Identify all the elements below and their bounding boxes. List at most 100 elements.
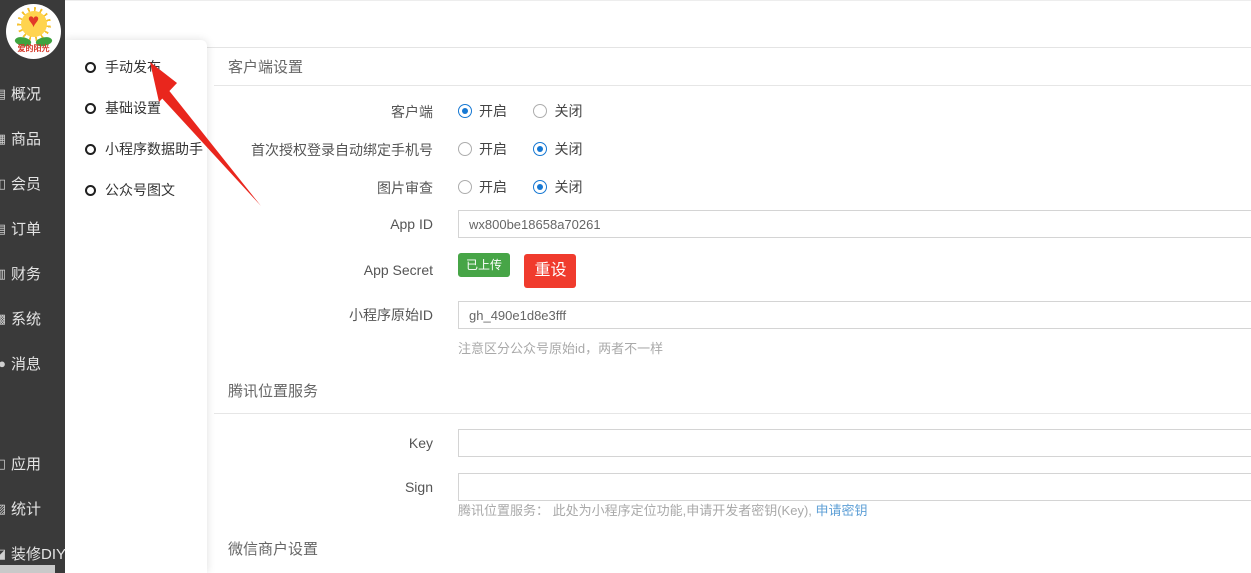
submenu-item-label: 公众号图文 [105,182,175,198]
original-id-input[interactable] [458,301,1251,329]
radio-image-review-on[interactable]: 开启 [458,177,507,197]
system-icon: ▩ [0,311,6,327]
radio-button-icon [533,104,547,118]
sidebar-item-label: 财务 [11,266,41,283]
submenu-item-label: 手动发布 [105,59,161,75]
apps-icon: ◧ [0,456,6,472]
radio-auto-bind-off[interactable]: 关闭 [533,139,582,159]
logo-text: 爱的阳光 [6,43,61,54]
page: ♥ 爱的阳光 ▤ 概况 ▦ 商品 ◫ 会员 ▤ 订单 ▥ 财务 ▩ 系统 ●消息 ◧ 应用 ▨… [0,0,1251,573]
form-row-original-id: 小程序原始ID [212,301,1251,329]
sidebar-item-orders[interactable]: ▤ 订单 [0,218,65,242]
radio-label: 开启 [479,103,507,119]
goods-icon: ▦ [0,131,6,147]
radio-label: 开启 [479,141,507,157]
field-label: 首次授权登录自动绑定手机号 [212,139,433,161]
radio-label: 关闭 [554,179,582,195]
sidebar-item-label: 会员 [11,176,41,193]
section-title-wechat-merchant: 微信商户设置 [228,538,318,559]
sidebar-item-messages[interactable]: ●消息 [0,353,65,377]
field-label: Key [212,429,433,457]
logo-heart-icon: ♥ [6,12,61,31]
form-row-auto-bind-phone: 首次授权登录自动绑定手机号 开启 关闭 [212,139,1251,161]
section-title-client-settings: 客户端设置 [228,56,303,77]
radio-button-icon [458,180,472,194]
field-label: 图片审查 [212,177,433,199]
submenu-item-mini-program-data-assistant[interactable]: 小程序数据助手 [85,138,203,160]
sidebar-item-goods[interactable]: ▦ 商品 [0,128,65,152]
section-divider [214,413,1251,414]
settings-submenu-panel: 手动发布 基础设置 小程序数据助手 公众号图文 [65,40,207,573]
sidebar-item-label: 统计 [11,501,41,518]
submenu-item-official-account-articles[interactable]: 公众号图文 [85,179,175,201]
sidebar-item-label: 订单 [11,221,41,238]
sidebar-item-statistics[interactable]: ▨ 统计 [0,498,65,522]
settings-form: 客户端设置 客户端 开启 关闭 首次授权登录自动绑定手机号 开启 关闭 图片审查… [212,48,1251,573]
orders-icon: ▤ [0,221,6,237]
section-divider [214,85,1251,86]
sidebar-bottom-strip [0,565,55,573]
apply-key-link[interactable]: 申请密钥 [816,503,868,518]
sidebar-item-decorate-diy[interactable]: ◪ 装修DIY [0,543,65,567]
sidebar-item-overview[interactable]: ▤ 概况 [0,83,65,107]
submenu-item-label: 小程序数据助手 [105,141,203,157]
original-id-help-text: 注意区分公众号原始id，两者不一样 [458,338,1251,357]
sidebar-item-label: 概况 [11,86,41,103]
radio-label: 关闭 [554,103,582,119]
app-id-input[interactable] [458,210,1251,238]
finance-icon: ▥ [0,266,6,282]
statistics-icon: ▨ [0,501,6,517]
form-row-app-secret: App Secret 已上传 重设 [212,253,1251,287]
form-row-original-id-help: 注意区分公众号原始id，两者不一样 [212,338,1251,356]
radio-button-icon [533,142,547,156]
radio-circle-icon [85,103,96,114]
form-row-sign: Sign [212,473,1251,501]
tencent-help-text: 腾讯位置服务： 此处为小程序定位功能,申请开发者密钥(Key), [458,503,816,518]
tencent-sign-input[interactable] [458,473,1251,501]
field-label: 客户端 [212,101,433,123]
radio-auto-bind-on[interactable]: 开启 [458,139,507,159]
form-row-key: Key [212,429,1251,457]
form-row-image-review: 图片审查 开启 关闭 [212,177,1251,199]
submenu-item-basic-settings[interactable]: 基础设置 [85,97,161,119]
tencent-key-input[interactable] [458,429,1251,457]
radio-button-icon [458,104,472,118]
uploaded-button[interactable]: 已上传 [458,253,510,277]
field-label: App Secret [212,253,433,287]
field-label: Sign [212,473,433,501]
sidebar-item-apps[interactable]: ◧ 应用 [0,453,65,477]
sidebar-item-members[interactable]: ◫ 会员 [0,173,65,197]
radio-button-icon [533,180,547,194]
radio-circle-icon [85,185,96,196]
diy-icon: ◪ [0,546,6,562]
radio-label: 开启 [479,179,507,195]
field-label: 小程序原始ID [212,301,433,329]
sidebar-item-finance[interactable]: ▥ 财务 [0,263,65,287]
sidebar-item-label: 应用 [11,456,41,473]
members-icon: ◫ [0,176,6,192]
radio-circle-icon [85,62,96,73]
brand-logo[interactable]: ♥ 爱的阳光 [6,4,61,59]
form-row-client: 客户端 开启 关闭 [212,101,1251,123]
radio-button-icon [458,142,472,156]
radio-circle-icon [85,144,96,155]
radio-client-off[interactable]: 关闭 [533,101,582,121]
reset-button[interactable]: 重设 [524,254,576,288]
primary-sidebar: ♥ 爱的阳光 ▤ 概况 ▦ 商品 ◫ 会员 ▤ 订单 ▥ 财务 ▩ 系统 ●消息 ◧ 应用 ▨… [0,0,65,573]
section-title-tencent-location: 腾讯位置服务 [228,380,318,401]
overview-icon: ▤ [0,86,6,102]
sidebar-item-label: 系统 [11,311,41,328]
sidebar-item-system[interactable]: ▩ 系统 [0,308,65,332]
sidebar-item-label: 消息 [11,356,41,373]
radio-label: 关闭 [554,141,582,157]
form-row-tencent-help: 腾讯位置服务： 此处为小程序定位功能,申请开发者密钥(Key), 申请密钥 [212,500,1251,520]
top-header-bar [65,0,1251,48]
sidebar-item-label: 装修DIY [11,546,66,563]
submenu-item-manual-publish[interactable]: 手动发布 [85,56,161,78]
radio-image-review-off[interactable]: 关闭 [533,177,582,197]
form-row-app-id: App ID [212,210,1251,238]
radio-client-on[interactable]: 开启 [458,101,507,121]
field-label: App ID [212,210,433,238]
submenu-item-label: 基础设置 [105,100,161,116]
sidebar-item-label: 商品 [11,131,41,148]
